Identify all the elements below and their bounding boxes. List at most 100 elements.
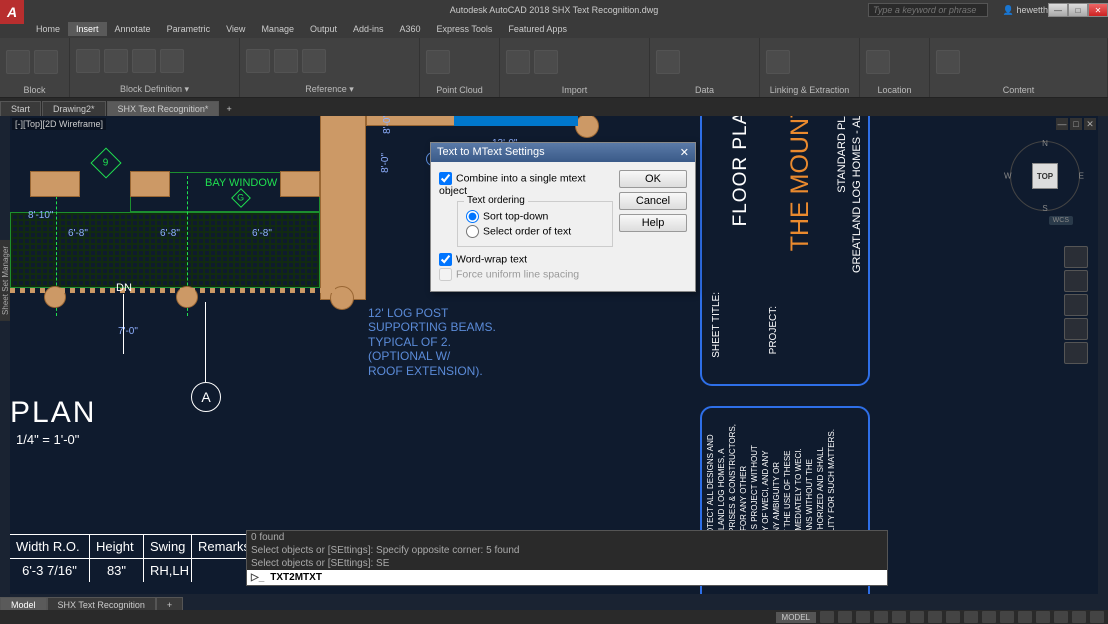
- dim-s3: 6'-8": [252, 228, 272, 239]
- col-swing: Swing: [144, 535, 192, 559]
- panel-label: Block: [4, 83, 65, 95]
- text-to-mtext-dialog: Text to MText Settings ✕ Combine into a …: [430, 142, 696, 292]
- dialog-title: Text to MText Settings: [437, 146, 545, 159]
- cmd-history: Select objects or [SEttings]: SE: [247, 557, 887, 570]
- status-otrack-icon[interactable]: [910, 611, 924, 623]
- dim-s1: 6'-8": [68, 228, 88, 239]
- col-height: Height: [90, 535, 144, 559]
- search-input[interactable]: [868, 3, 988, 17]
- panel-location: Location: [860, 38, 930, 97]
- status-workspace-icon[interactable]: [1000, 611, 1014, 623]
- title-bar: A Autodesk AutoCAD 2018 SHX Text Recogni…: [0, 0, 1108, 20]
- sort-topdown-radio[interactable]: Sort top-down: [466, 210, 604, 223]
- doc-tab-start[interactable]: Start: [0, 101, 41, 116]
- status-grid-icon[interactable]: [820, 611, 834, 623]
- cancel-button[interactable]: Cancel: [619, 192, 687, 210]
- plan-title: PLAN: [10, 396, 96, 430]
- ribbon: Block Block Definition ▾ Reference ▾ Poi…: [0, 38, 1108, 98]
- section-bubble-a: A: [191, 382, 221, 412]
- select-order-radio[interactable]: Select order of text: [466, 225, 604, 238]
- combine-checkbox[interactable]: Combine into a single mtext object: [439, 172, 613, 197]
- document-tabs: Start Drawing2* SHX Text Recognition* +: [0, 98, 1108, 116]
- minimize-button[interactable]: —: [1048, 3, 1068, 17]
- doc-tab-shx[interactable]: SHX Text Recognition*: [107, 101, 220, 116]
- panel-blockdef: Block Definition ▾: [70, 38, 240, 97]
- grid-bubble-9: 9: [90, 147, 121, 178]
- document-title: Autodesk AutoCAD 2018 SHX Text Recogniti…: [450, 5, 658, 15]
- text-ordering-group: Text ordering Sort top-down Select order…: [457, 201, 613, 247]
- tab-home[interactable]: Home: [28, 22, 68, 36]
- company-label: GREATLAND LOG HOMES - ALL RIG: [851, 116, 863, 273]
- status-customize-icon[interactable]: [1090, 611, 1104, 623]
- user-label: hewetth: [1016, 5, 1048, 15]
- status-cycling-icon[interactable]: [964, 611, 978, 623]
- tab-insert[interactable]: Insert: [68, 22, 107, 36]
- project-label: PROJECT:: [768, 306, 779, 354]
- dialog-titlebar[interactable]: Text to MText Settings ✕: [431, 143, 695, 162]
- cmd-history: Select objects or [SEttings]: Specify op…: [247, 544, 887, 557]
- cell-remarks: [192, 559, 254, 582]
- dim-left: 8'-10": [28, 210, 53, 221]
- panel-import: Import: [500, 38, 650, 97]
- tab-output[interactable]: Output: [302, 22, 345, 36]
- status-model[interactable]: MODEL: [776, 612, 816, 623]
- sheet-title-label: SHEET TITLE:: [711, 292, 722, 358]
- status-monitor-icon[interactable]: [1018, 611, 1032, 623]
- panel-label: Point Cloud: [424, 83, 495, 95]
- cmd-history: 0 found: [247, 531, 887, 544]
- panel-block: Block: [0, 38, 70, 97]
- tab-view[interactable]: View: [218, 22, 253, 36]
- dim-vleft: 8'-0": [380, 153, 391, 173]
- col-remarks: Remarks: [192, 535, 254, 559]
- maximize-button[interactable]: □: [1068, 3, 1088, 17]
- tab-parametric[interactable]: Parametric: [159, 22, 219, 36]
- dialog-close-icon[interactable]: ✕: [680, 146, 689, 159]
- panel-label: Content: [934, 83, 1103, 95]
- dim-brace: 8'-0": [382, 116, 393, 134]
- standard-plan: STANDARD PLAN #3: [836, 116, 848, 193]
- status-clean-icon[interactable]: [1072, 611, 1086, 623]
- panel-label: Data: [654, 83, 755, 95]
- tab-addins[interactable]: Add-ins: [345, 22, 392, 36]
- tab-featured[interactable]: Featured Apps: [500, 22, 575, 36]
- floor-plan-label: FLOOR PLAN: [730, 116, 752, 226]
- log-post-note: 12' LOG POSTSUPPORTING BEAMS.TYPICAL OF …: [368, 306, 496, 378]
- panel-data: Data: [650, 38, 760, 97]
- status-osnap-icon[interactable]: [892, 611, 906, 623]
- status-polar-icon[interactable]: [874, 611, 888, 623]
- status-transparency-icon[interactable]: [946, 611, 960, 623]
- command-input[interactable]: ▷_TXT2MTXT: [247, 570, 887, 585]
- tab-a360[interactable]: A360: [392, 22, 429, 36]
- panel-label: Location: [864, 83, 925, 95]
- tab-annotate[interactable]: Annotate: [107, 22, 159, 36]
- status-hardware-icon[interactable]: [1054, 611, 1068, 623]
- group-label: Text ordering: [464, 195, 528, 206]
- tab-manage[interactable]: Manage: [253, 22, 302, 36]
- bay-window-label: BAY WINDOW: [205, 177, 277, 189]
- cell-height: 83": [90, 559, 144, 582]
- doc-tab-drawing2[interactable]: Drawing2*: [42, 101, 106, 116]
- panel-linking: Linking & Extraction: [760, 38, 860, 97]
- status-snap-icon[interactable]: [838, 611, 852, 623]
- status-ortho-icon[interactable]: [856, 611, 870, 623]
- close-button[interactable]: ✕: [1088, 3, 1108, 17]
- status-bar: MODEL: [0, 610, 1108, 624]
- uniform-spacing-checkbox: Force uniform line spacing: [439, 268, 613, 281]
- window-controls: — □ ✕: [1048, 3, 1108, 17]
- status-annoscale-icon[interactable]: [982, 611, 996, 623]
- dim-below: 7'-0": [118, 326, 138, 337]
- status-lwt-icon[interactable]: [928, 611, 942, 623]
- project-name: THE MOUNTV: [786, 116, 815, 251]
- panel-label: Reference ▾: [244, 82, 415, 95]
- tab-express[interactable]: Express Tools: [429, 22, 501, 36]
- help-button[interactable]: Help: [619, 214, 687, 232]
- status-isolate-icon[interactable]: [1036, 611, 1050, 623]
- app-logo[interactable]: A: [0, 0, 24, 24]
- command-line[interactable]: 0 found Select objects or [SEttings]: Sp…: [246, 530, 888, 586]
- panel-label: Linking & Extraction: [764, 83, 855, 95]
- doc-tab-add[interactable]: +: [220, 102, 237, 116]
- panel-label: Block Definition ▾: [74, 82, 235, 95]
- user-name[interactable]: 👤 hewetth: [1003, 5, 1048, 16]
- ok-button[interactable]: OK: [619, 170, 687, 188]
- wordwrap-checkbox[interactable]: Word-wrap text: [439, 253, 613, 266]
